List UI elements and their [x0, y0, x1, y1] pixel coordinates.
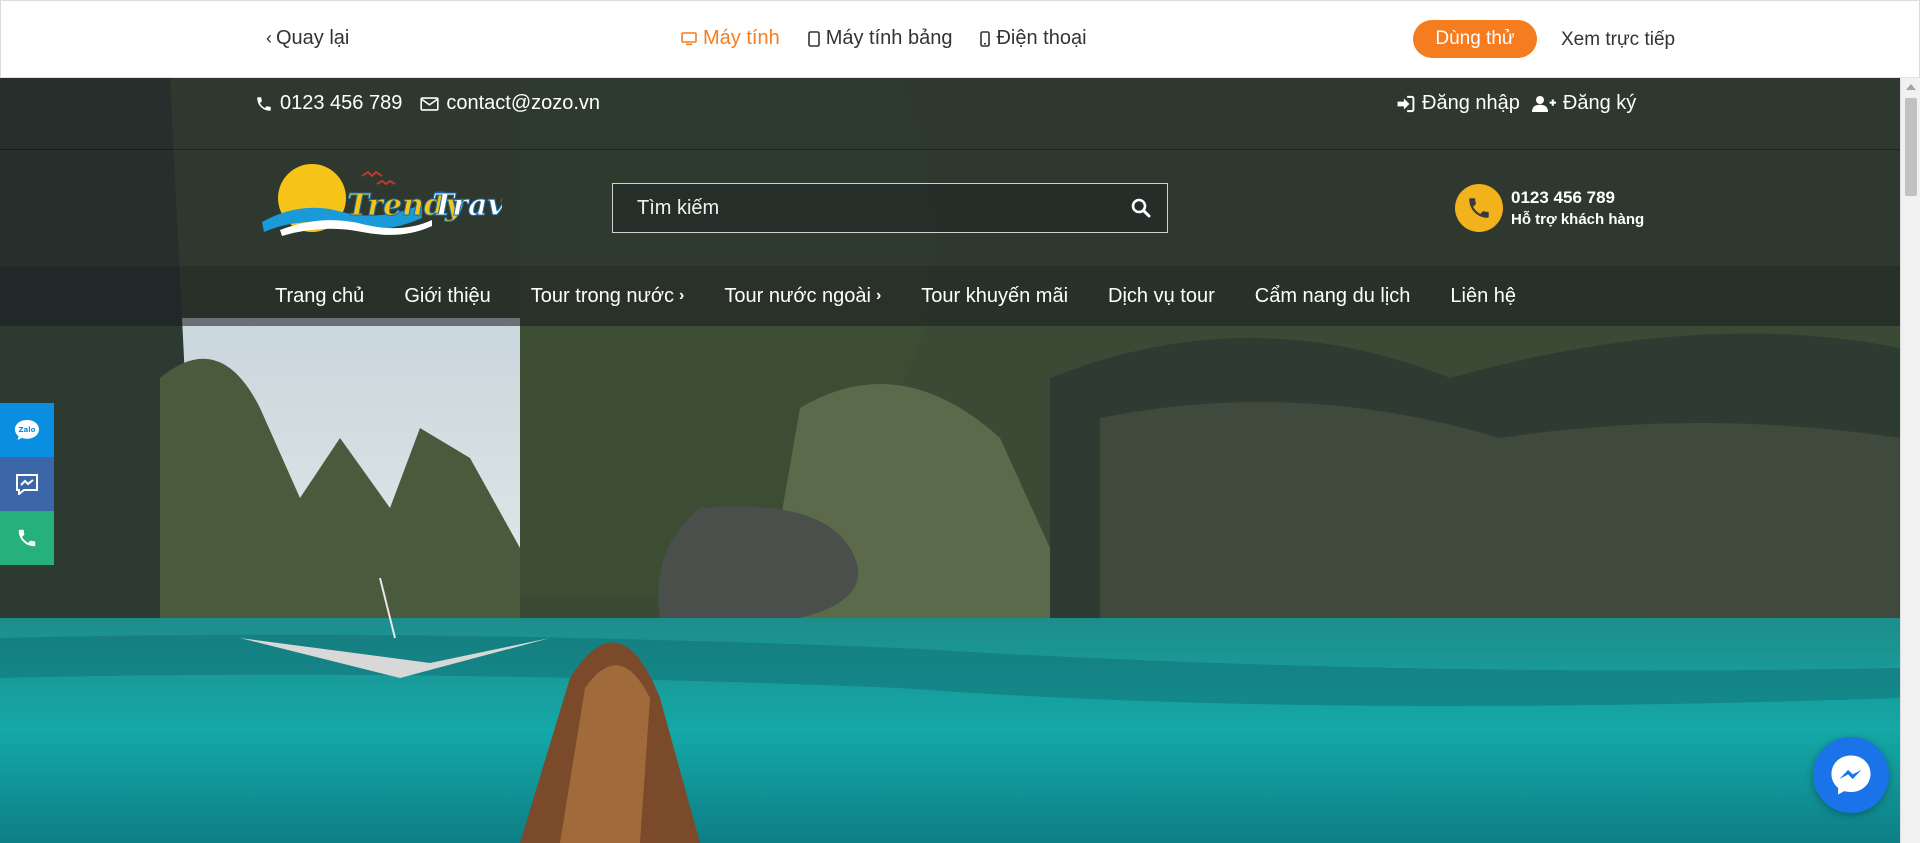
device-tablet[interactable]: Máy tính bảng — [807, 27, 953, 50]
preview-toolbar: ‹ Quay lại Máy tính Máy tính bảng Điện th… — [0, 0, 1920, 78]
nav-item-label: Giới thiệu — [404, 284, 491, 307]
device-desktop-label: Máy tính — [703, 27, 780, 49]
messenger-icon — [16, 474, 38, 495]
nav-item-label: Tour khuyến mãi — [921, 284, 1069, 307]
device-phone-label: Điện thoại — [996, 27, 1087, 49]
nav-item-home[interactable]: Trang chủ — [275, 285, 364, 308]
hotline-number: 0123 456 789 — [1511, 188, 1615, 207]
brand-logo[interactable]: Trendy Travel — [252, 160, 536, 242]
preview-scrollbar[interactable] — [1900, 78, 1920, 843]
site-preview: 0123 456 789 contact@zozo.vn Đăng nhập Đ… — [0, 78, 1900, 843]
register-label: Đăng ký — [1562, 92, 1637, 114]
nav-item-about[interactable]: Giới thiệu — [404, 285, 490, 308]
search-icon — [1131, 198, 1151, 218]
nav-item-travel-guide[interactable]: Cẩm nang du lịch — [1255, 285, 1411, 308]
site-header: Trendy Travel 0123 456 789 Hỗ trợ khách … — [0, 150, 1900, 266]
nav-item-label: Tour trong nước — [530, 284, 675, 307]
device-tablet-label: Máy tính bảng — [825, 27, 953, 49]
phone-icon — [980, 30, 991, 47]
back-link[interactable]: ‹ Quay lại — [266, 27, 349, 50]
scrollbar-thumb[interactable] — [1905, 98, 1917, 196]
nav-item-label: Tour nước ngoài — [724, 284, 871, 307]
register-link[interactable]: Đăng ký — [1531, 92, 1637, 115]
search-input[interactable] — [613, 184, 1115, 232]
chevron-right-icon: › — [875, 287, 882, 304]
search-form — [612, 183, 1168, 233]
phone-icon — [257, 96, 271, 111]
zalo-button[interactable]: Zalo — [0, 403, 54, 457]
messenger-button[interactable] — [0, 457, 54, 511]
call-button[interactable] — [0, 511, 54, 565]
sign-in-icon — [1397, 95, 1415, 112]
main-nav: Trang chủ Giới thiệu Tour trong nước › To… — [0, 266, 1900, 326]
envelope-icon — [420, 96, 439, 111]
phone-icon — [18, 529, 36, 547]
nav-item-international-tours[interactable]: Tour nước ngoài › — [724, 285, 881, 308]
login-label: Đăng nhập — [1422, 92, 1520, 114]
scroll-up-arrow-icon[interactable] — [1906, 84, 1916, 90]
messenger-icon — [1831, 755, 1871, 795]
nav-item-label: Dịch vụ tour — [1108, 284, 1215, 307]
search-button[interactable] — [1115, 184, 1167, 232]
device-switcher: Máy tính Máy tính bảng Điện thoại — [681, 27, 1087, 50]
try-button[interactable]: Dùng thử — [1413, 20, 1537, 58]
floating-contact-bar: Zalo — [0, 403, 54, 565]
nav-item-label: Trang chủ — [275, 284, 365, 307]
tablet-icon — [807, 30, 820, 47]
zalo-icon: Zalo — [15, 420, 39, 440]
live-view-link[interactable]: Xem trực tiếp — [1561, 29, 1675, 51]
user-plus-icon — [1531, 95, 1556, 112]
desktop-icon — [681, 31, 697, 45]
svg-text:Travel: Travel — [432, 188, 502, 223]
nav-item-tour-services[interactable]: Dịch vụ tour — [1108, 285, 1215, 308]
nav-item-domestic-tours[interactable]: Tour trong nước › — [531, 285, 685, 308]
email-link[interactable]: contact@zozo.vn — [420, 92, 600, 115]
nav-item-promo-tours[interactable]: Tour khuyến mãi — [921, 285, 1068, 308]
phone-link[interactable]: 0123 456 789 — [255, 92, 402, 115]
phone-circle-icon — [1455, 184, 1503, 232]
chevron-left-icon: ‹ — [266, 28, 272, 48]
hotline-subtitle: Hỗ trợ khách hàng — [1511, 211, 1645, 228]
device-phone[interactable]: Điện thoại — [980, 27, 1087, 50]
account-links: Đăng nhập Đăng ký — [1396, 92, 1636, 115]
login-link[interactable]: Đăng nhập — [1396, 92, 1520, 115]
nav-item-contact[interactable]: Liên hệ — [1450, 285, 1516, 308]
site-topbar: 0123 456 789 contact@zozo.vn Đăng nhập Đ… — [0, 78, 1900, 150]
messenger-chat-bubble[interactable] — [1813, 737, 1889, 813]
phone-number: 0123 456 789 — [280, 92, 403, 114]
svg-text:Zalo: Zalo — [18, 426, 35, 434]
contact-info: 0123 456 789 contact@zozo.vn — [255, 92, 600, 115]
chevron-right-icon: › — [679, 287, 685, 304]
nav-item-label: Cẩm nang du lịch — [1254, 284, 1411, 307]
hotline[interactable]: 0123 456 789 Hỗ trợ khách hàng — [1455, 184, 1644, 232]
device-desktop[interactable]: Máy tính — [681, 27, 780, 50]
back-label: Quay lại — [276, 27, 350, 49]
nav-item-label: Liên hệ — [1450, 284, 1517, 307]
email-address: contact@zozo.vn — [446, 92, 601, 114]
